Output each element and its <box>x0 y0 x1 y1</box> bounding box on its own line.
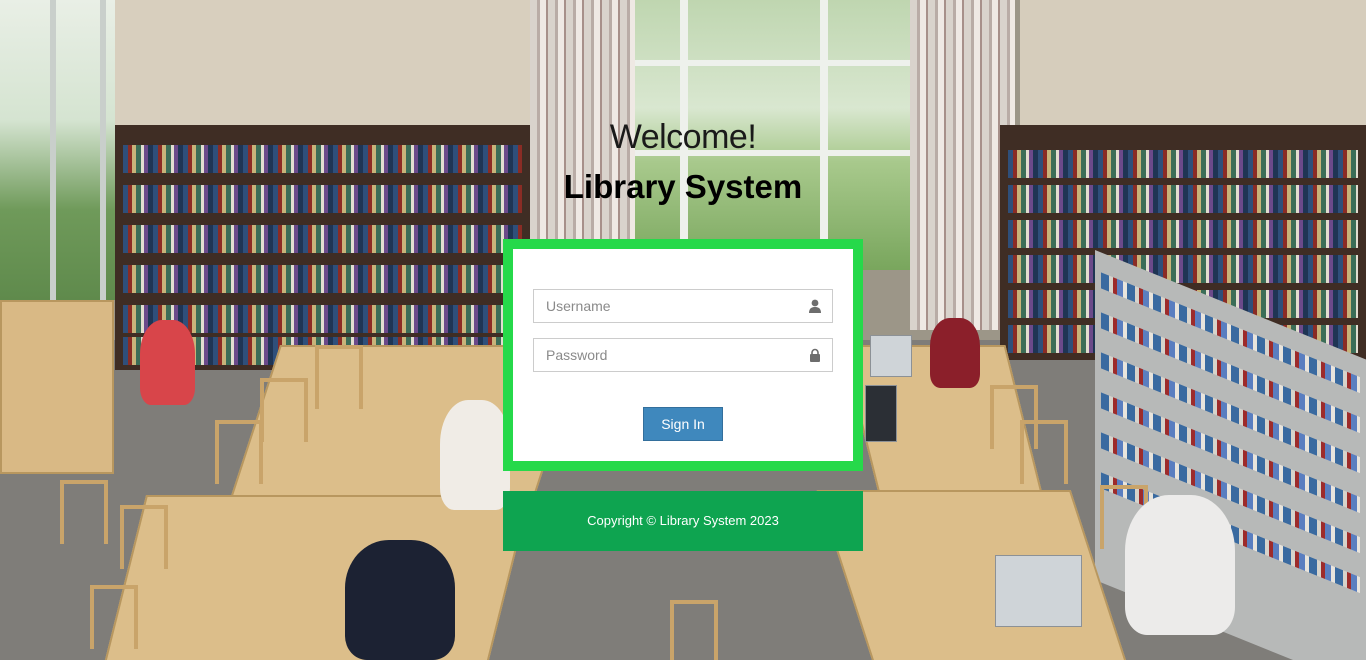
lock-icon <box>810 348 820 362</box>
username-field[interactable] <box>533 289 833 323</box>
login-form: Sign In <box>503 239 863 471</box>
copyright-footer: Copyright © Library System 2023 <box>503 491 863 551</box>
sign-in-button[interactable]: Sign In <box>643 407 723 441</box>
username-input[interactable] <box>534 290 818 322</box>
password-field[interactable] <box>533 338 833 372</box>
welcome-heading: Welcome! <box>609 118 757 156</box>
page-title: Library System <box>563 168 803 205</box>
copyright-text: Copyright © Library System 2023 <box>587 513 779 528</box>
password-input[interactable] <box>534 339 818 371</box>
user-icon <box>809 299 821 313</box>
